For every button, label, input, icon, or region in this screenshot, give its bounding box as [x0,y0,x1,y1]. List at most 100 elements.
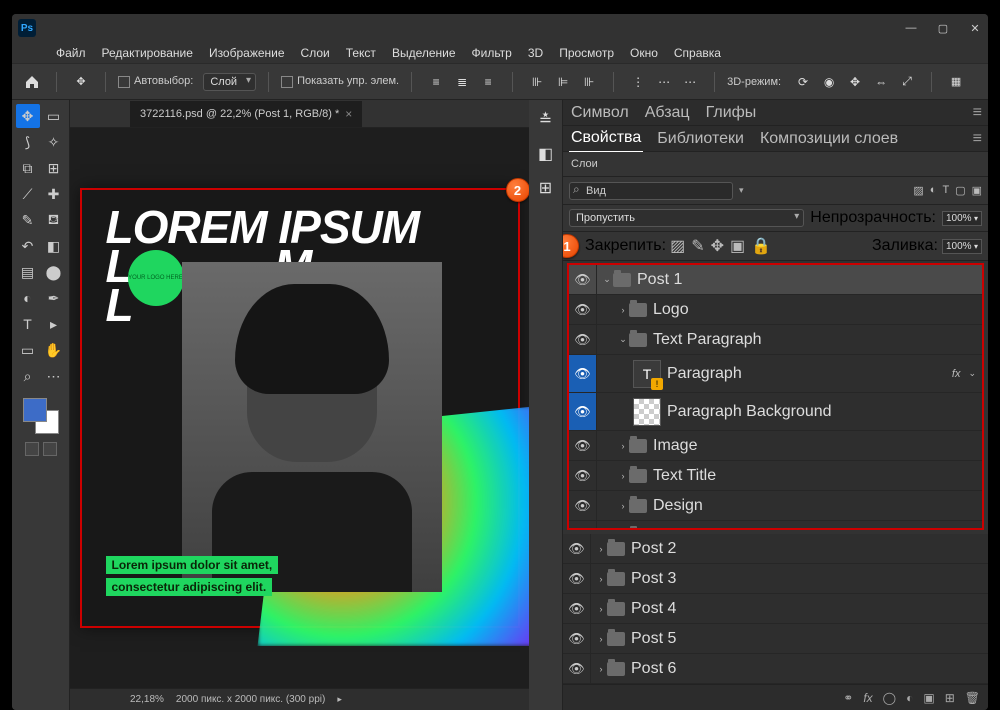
align-icon[interactable]: ≡ [424,70,448,94]
disclosure-icon[interactable]: › [617,471,629,481]
adjustment-layer-icon[interactable]: ◐ [906,691,913,705]
visibility-toggle[interactable]: 👁 [569,295,597,324]
frame-tool[interactable]: ⊞ [42,156,66,180]
disclosure-icon[interactable]: ⌄ [601,274,613,285]
minimize-button[interactable]: — [904,22,918,35]
history-brush-tool[interactable]: ↶ [16,234,40,258]
delete-layer-icon[interactable]: 🗑 [965,691,980,705]
screen-mode-icon[interactable] [43,442,57,456]
opacity-field[interactable]: 100%▾ [942,211,982,226]
foreground-color-swatch[interactable] [23,398,47,422]
color-swatches[interactable] [23,398,59,434]
tab-paragraph[interactable]: Абзац [643,100,692,126]
link-layers-icon[interactable]: ⚭ [843,691,853,705]
visibility-toggle[interactable]: 👁 [569,393,597,430]
move-tool[interactable]: ✥ [16,104,40,128]
layer-row[interactable]: 👁›Logo [569,295,982,325]
visibility-toggle[interactable]: 👁 [569,461,597,490]
3d-slide-icon[interactable]: ⇔ [869,70,893,94]
type-tool[interactable]: T [16,312,40,336]
tab-character[interactable]: Символ [569,100,631,126]
menu-text[interactable]: Текст [346,46,376,60]
disclosure-icon[interactable]: › [595,544,607,554]
blur-tool[interactable]: ⬤ [42,260,66,284]
lasso-tool[interactable]: ⟆ [16,130,40,154]
disclosure-icon[interactable]: ⌄ [617,334,629,345]
layer-fx-label[interactable]: fx [952,368,961,380]
visibility-toggle[interactable]: 👁 [563,534,591,563]
zoom-tool[interactable]: ⌕ [16,364,40,388]
filter-smart-icon[interactable]: ▣ [972,184,982,197]
autoselect-checkbox[interactable]: Автовыбор: [118,75,193,87]
visibility-toggle[interactable]: 👁 [569,355,597,392]
tab-glyphs[interactable]: Глифы [704,100,759,126]
visibility-toggle[interactable]: 👁 [563,564,591,593]
visibility-toggle[interactable]: 👁 [569,431,597,460]
distribute-icon[interactable]: ⋮ [626,70,650,94]
menu-3d[interactable]: 3D [528,46,543,60]
distribute-icon[interactable]: ⋯ [652,70,676,94]
styles-icon[interactable]: ◧ [534,142,558,166]
document-tab[interactable]: 3722116.psd @ 22,2% (Post 1, RGB/8) * × [130,101,362,127]
canvas-holder[interactable]: 2 LOREM IPSUM L............M L..........… [70,128,529,688]
filter-shape-icon[interactable]: ▢ [955,184,965,197]
disclosure-icon[interactable]: › [617,501,629,511]
stamp-tool[interactable]: ⛾ [42,208,66,232]
layer-row[interactable]: 👁›Post 4 [563,594,988,624]
layer-row[interactable]: 👁⌄Post 1 [569,265,982,295]
edit-toolbar[interactable]: ⋯ [42,364,66,388]
lock-transparency-icon[interactable]: ▨ [670,236,685,256]
transform-checkbox[interactable]: Показать упр. элем. [281,75,399,87]
3d-pan-icon[interactable]: ✥ [843,70,867,94]
3d-zoom-icon[interactable]: ⤢ [895,70,919,94]
layer-row[interactable]: 👁›Post 3 [563,564,988,594]
visibility-toggle[interactable]: 👁 [569,265,597,294]
layer-row[interactable]: 👁›Text Title [569,461,982,491]
layer-row[interactable]: 👁⌄Text Paragraph [569,325,982,355]
disclosure-icon[interactable]: › [595,634,607,644]
maximize-button[interactable]: ▢ [936,22,950,35]
filter-adjust-icon[interactable]: ◐ [930,184,937,197]
visibility-toggle[interactable]: 👁 [563,594,591,623]
eyedropper-tool[interactable]: ⟋ [16,182,40,206]
disclosure-icon[interactable]: › [595,574,607,584]
close-button[interactable]: ✕ [968,22,982,35]
lock-artboard-icon[interactable]: ▣ [730,236,745,256]
layer-row[interactable]: 👁›Post 5 [563,624,988,654]
fill-field[interactable]: 100%▾ [942,239,982,254]
filter-pixel-icon[interactable]: ▨ [913,184,923,197]
home-button[interactable] [20,70,44,94]
menu-edit[interactable]: Редактирование [102,46,193,60]
pen-tool[interactable]: ✒ [42,286,66,310]
dodge-tool[interactable]: ◐ [16,286,40,310]
visibility-toggle[interactable]: 👁 [569,521,597,530]
zoom-level[interactable]: 22,18% [130,694,164,705]
fx-disclosure-icon[interactable]: ⌄ [968,368,976,379]
disclosure-icon[interactable]: › [617,441,629,451]
move-tool-icon[interactable]: ✥ [69,70,93,94]
tab-libraries[interactable]: Библиотеки [655,126,746,152]
tab-properties[interactable]: Свойства [569,125,643,153]
3d-orbit-icon[interactable]: ⟳ [791,70,815,94]
blend-mode-dropdown[interactable]: Пропустить [569,209,804,227]
chevron-down-icon[interactable]: ▾ [739,185,744,196]
align-icon[interactable]: ≣ [450,70,474,94]
adjustments-icon[interactable]: ≛ [534,108,558,132]
panel-menu-icon[interactable]: ≡ [973,104,982,122]
tab-layer-comps[interactable]: Композиции слоев [758,126,900,152]
layers-search-input[interactable] [569,182,733,200]
visibility-toggle[interactable]: 👁 [563,624,591,653]
align-icon[interactable]: ≡ [476,70,500,94]
new-layer-icon[interactable]: ⊞ [945,691,955,705]
disclosure-icon[interactable]: › [595,664,607,674]
statusbar-chevron-icon[interactable]: ▸ [337,694,342,705]
healing-tool[interactable]: ✚ [42,182,66,206]
layer-row[interactable]: 👁›Post 6 [563,654,988,684]
layer-row[interactable]: 👁›Background [569,521,982,530]
visibility-toggle[interactable]: 👁 [569,491,597,520]
lock-position-icon[interactable]: ✥ [711,236,724,256]
lock-all-icon[interactable]: 🔒 [751,236,771,256]
menu-window[interactable]: Окно [630,46,658,60]
close-tab-icon[interactable]: × [345,107,352,121]
menu-select[interactable]: Выделение [392,46,456,60]
